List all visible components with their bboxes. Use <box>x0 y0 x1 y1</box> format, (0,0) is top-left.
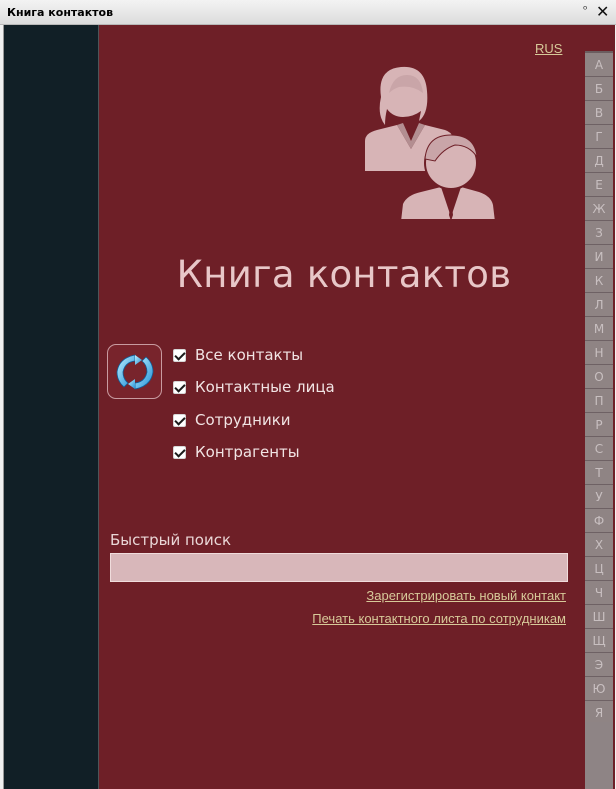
contacts-people-icon <box>365 66 495 219</box>
filter-contact-persons[interactable]: Контактные лица <box>173 376 335 398</box>
contacts-panel: RUS Книга контактов Все контакты Контакт… <box>3 25 615 789</box>
alphabet-letter[interactable]: Ю <box>585 677 613 701</box>
alphabet-letter[interactable]: Ч <box>585 581 613 605</box>
filter-employees[interactable]: Сотрудники <box>173 409 291 431</box>
pin-icon[interactable]: ᵒ <box>583 3 588 16</box>
alphabet-letter[interactable]: М <box>585 317 613 341</box>
refresh-icon <box>116 354 154 390</box>
alphabet-letter[interactable]: Т <box>585 461 613 485</box>
alphabet-letter[interactable]: Ц <box>585 557 613 581</box>
alphabet-letter[interactable]: Ф <box>585 509 613 533</box>
register-contact-link[interactable]: Зарегистрировать новый контакт <box>366 588 566 603</box>
alphabet-letter[interactable]: К <box>585 269 613 293</box>
quick-search-label: Быстрый поиск <box>110 531 232 549</box>
filter-all-contacts[interactable]: Все контакты <box>173 344 303 366</box>
alphabet-letter[interactable]: П <box>585 389 613 413</box>
alphabet-letter[interactable]: И <box>585 245 613 269</box>
alphabet-letter[interactable]: Б <box>585 77 613 101</box>
filter-label: Контактные лица <box>195 378 335 396</box>
left-sidebar <box>4 25 99 789</box>
alphabet-letter[interactable]: Ш <box>585 605 613 629</box>
alphabet-letter[interactable]: Е <box>585 173 613 197</box>
alphabet-letter[interactable]: Л <box>585 293 613 317</box>
alphabet-filler <box>585 722 613 789</box>
alphabet-letter[interactable]: С <box>585 437 613 461</box>
checkbox-checked-icon[interactable] <box>173 348 186 362</box>
alphabet-letter[interactable]: Э <box>585 653 613 677</box>
alphabet-letter[interactable]: Г <box>585 125 613 149</box>
alphabet-list: АБВГДЕЖЗИКЛМНОПРСТУФХЦЧШЩЭЮЯ <box>585 53 613 725</box>
alphabet-letter[interactable]: В <box>585 101 613 125</box>
filter-label: Все контакты <box>195 346 304 364</box>
window-titlebar: Книга контактов ᵒ ✕ <box>0 0 616 25</box>
language-link[interactable]: RUS <box>535 41 562 56</box>
alphabet-letter[interactable]: Р <box>585 413 613 437</box>
alphabet-letter[interactable]: У <box>585 485 613 509</box>
alphabet-letter[interactable]: О <box>585 365 613 389</box>
alphabet-letter[interactable]: Ж <box>585 197 613 221</box>
alphabet-letter[interactable]: Щ <box>585 629 613 653</box>
page-title: Книга контактов <box>176 253 512 296</box>
print-contact-sheet-link[interactable]: Печать контактного листа по сотрудникам <box>312 611 566 626</box>
quick-search-input[interactable] <box>110 553 568 582</box>
window-title: Книга контактов <box>7 6 114 19</box>
alphabet-letter[interactable]: Х <box>585 533 613 557</box>
refresh-button[interactable] <box>107 344 162 399</box>
alphabet-index: АБВГДЕЖЗИКЛМНОПРСТУФХЦЧШЩЭЮЯ <box>585 51 613 789</box>
alphabet-letter[interactable]: Н <box>585 341 613 365</box>
checkbox-checked-icon[interactable] <box>173 445 186 459</box>
filter-label: Контрагенты <box>195 443 300 461</box>
alphabet-letter[interactable]: З <box>585 221 613 245</box>
alphabet-letter[interactable]: А <box>585 53 613 77</box>
filter-label: Сотрудники <box>195 411 291 429</box>
checkbox-checked-icon[interactable] <box>173 413 186 427</box>
checkbox-checked-icon[interactable] <box>173 380 186 394</box>
close-icon[interactable]: ✕ <box>596 2 609 21</box>
alphabet-letter[interactable]: Д <box>585 149 613 173</box>
filter-counterparties[interactable]: Контрагенты <box>173 441 300 463</box>
